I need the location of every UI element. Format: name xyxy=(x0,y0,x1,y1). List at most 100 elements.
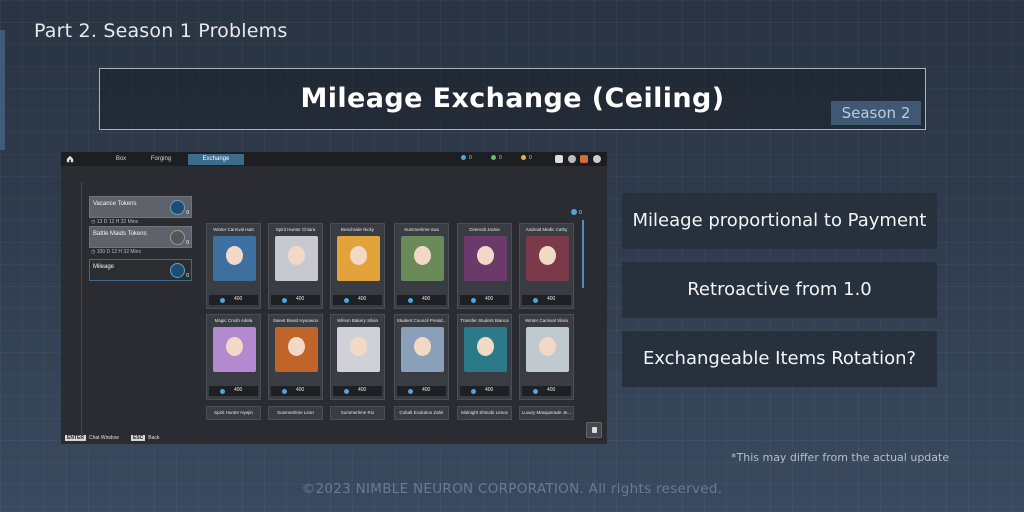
skin-portrait xyxy=(213,327,256,372)
tab-forging[interactable]: Forging xyxy=(133,154,189,165)
card-name: Summertime Leon xyxy=(277,410,314,415)
green-currency-icon xyxy=(491,155,496,160)
hint-chat-window: ENTER Chat Window xyxy=(65,435,119,441)
corner-action-button[interactable] xyxy=(586,422,602,438)
card-name: Beachside Nicky xyxy=(340,227,375,232)
card-name: Sweet Beast Hyunwoo xyxy=(272,318,319,323)
sidebar-item-label: Vacance Tokens xyxy=(93,201,137,207)
avatar-icon[interactable] xyxy=(580,155,588,163)
skin-portrait xyxy=(275,236,318,281)
exchange-card[interactable]: Luxury Masquerade Je... xyxy=(519,406,574,420)
sidebar-item-label: Mileage xyxy=(93,264,115,270)
mileage-icon xyxy=(282,388,287,394)
tab-exchange[interactable]: Exchange xyxy=(188,154,244,165)
left-accent-bar xyxy=(0,30,5,150)
globe-icon[interactable] xyxy=(568,155,576,163)
card-name: Winter Carnival Hart xyxy=(213,227,254,232)
card-name: Magic Crush Adela xyxy=(214,318,253,323)
sidebar-item-count: 0 xyxy=(186,210,189,216)
mileage-token-icon xyxy=(170,200,185,215)
slide-title: Mileage Exchange (Ceiling) xyxy=(300,83,725,114)
person-icon xyxy=(592,427,597,433)
card-name: Cobalt Evolution Zahir xyxy=(399,410,444,415)
season-badge: Season 2 xyxy=(831,101,921,125)
scrollbar[interactable] xyxy=(582,220,584,288)
exchange-card[interactable]: Magic Crush Adela 400 xyxy=(206,314,261,400)
exchange-card[interactable]: Summertime Leon xyxy=(268,406,323,420)
exchange-card[interactable]: Student Council Presid... 400 xyxy=(394,314,449,400)
gear-icon[interactable] xyxy=(593,155,601,163)
exchange-card[interactable]: Spirit Hunter Chiara 400 xyxy=(268,223,323,309)
feature-text: Exchangeable Items Rotation? xyxy=(642,348,917,369)
exchange-card[interactable]: Winter Carnival Silvia 400 xyxy=(519,314,574,400)
exchange-card[interactable]: Android Medic Cathy 400 xyxy=(519,223,574,309)
currency-blue: 0 xyxy=(461,155,472,161)
card-price: 400 xyxy=(522,386,571,396)
currency-gold: 0 xyxy=(521,155,532,161)
feature-panel-rotation: Exchangeable Items Rotation? xyxy=(622,331,937,387)
mileage-icon xyxy=(471,388,476,394)
card-name: Spirit Hunter Chiara xyxy=(275,227,316,232)
part-title: Part 2. Season 1 Problems xyxy=(34,20,288,42)
exchange-card[interactable]: Cobalt Evolution Zahir xyxy=(394,406,449,420)
home-icon[interactable] xyxy=(66,155,74,163)
exchange-card[interactable]: Midnight Shinobi Lenox xyxy=(457,406,512,420)
blue-currency-icon xyxy=(461,155,466,160)
card-name: Spirit Hunter Hyejin xyxy=(214,410,253,415)
exchange-card[interactable]: Spirit Hunter Hyejin xyxy=(206,406,261,420)
exchange-card[interactable]: Sweet Beast Hyunwoo 400 xyxy=(268,314,323,400)
skin-portrait xyxy=(401,327,444,372)
card-price: 400 xyxy=(333,295,382,305)
exchange-card[interactable]: Wilson Bakery Silvia 400 xyxy=(330,314,385,400)
sidebar-item-count: 0 xyxy=(186,240,189,246)
card-name: Student Council Presid... xyxy=(396,318,447,323)
mileage-icon xyxy=(533,297,538,303)
mileage-icon xyxy=(344,297,349,303)
skin-portrait xyxy=(401,236,444,281)
skin-portrait xyxy=(526,236,569,281)
hint-back[interactable]: ESC Back xyxy=(131,435,159,441)
maid-token-icon xyxy=(170,230,185,245)
exchange-card[interactable]: Summertime Sua 400 xyxy=(394,223,449,309)
sidebar-item-label: Battle Maids Tokens xyxy=(93,231,147,237)
mileage-icon xyxy=(471,297,476,303)
feature-panel-mileage-payment: Mileage proportional to Payment xyxy=(622,193,937,249)
card-name: Midnight Shinobi Lenox xyxy=(461,410,508,415)
mileage-icon xyxy=(220,297,225,303)
card-name: Overvolt Jackie xyxy=(469,227,500,232)
card-price: 400 xyxy=(397,295,446,305)
exchange-card[interactable]: Winter Carnival Hart 400 xyxy=(206,223,261,309)
skin-portrait xyxy=(337,327,380,372)
sidebar-item-mileage[interactable]: Mileage 0 xyxy=(89,259,192,281)
card-name: Summertime Sua xyxy=(404,227,439,232)
exchange-card[interactable]: Beachside Nicky 400 xyxy=(330,223,385,309)
card-name: Android Medic Cathy xyxy=(525,227,568,232)
card-name: Transfer Student Bianca xyxy=(460,318,509,323)
mail-icon[interactable] xyxy=(555,155,563,163)
card-name: Summertime Rio xyxy=(340,410,375,415)
sidebar-item-count: 0 xyxy=(186,273,189,279)
game-top-bar: Box Forging Exchange 0 0 0 xyxy=(61,152,607,166)
skin-portrait xyxy=(464,236,507,281)
currency-green: 0 xyxy=(491,155,502,161)
mileage-icon xyxy=(571,209,577,215)
card-name: Winter Carnival Silvia xyxy=(525,318,568,323)
card-price: 400 xyxy=(209,386,258,396)
card-price: 400 xyxy=(271,295,320,305)
card-name: Wilson Bakery Silvia xyxy=(337,318,378,323)
mileage-icon xyxy=(220,388,225,394)
card-price: 400 xyxy=(209,295,258,305)
exchange-card[interactable]: Summertime Rio xyxy=(330,406,385,420)
exchange-card[interactable]: Transfer Student Bianca 400 xyxy=(457,314,512,400)
card-price: 400 xyxy=(271,386,320,396)
mileage-icon xyxy=(170,263,185,278)
sidebar-item-battle-maids-tokens[interactable]: Battle Maids Tokens 0 xyxy=(89,226,192,248)
sidebar-item-vacance-tokens[interactable]: Vacance Tokens 0 xyxy=(89,196,192,218)
feature-panel-retroactive: Retroactive from 1.0 xyxy=(622,262,937,318)
sidebar-item-timer: ◷ 100 D 12 H 32 Mins xyxy=(91,249,141,255)
exchange-card[interactable]: Overvolt Jackie 400 xyxy=(457,223,512,309)
skin-portrait xyxy=(275,327,318,372)
gold-currency-icon xyxy=(521,155,526,160)
card-price: 400 xyxy=(397,386,446,396)
feature-text: Retroactive from 1.0 xyxy=(687,279,872,300)
